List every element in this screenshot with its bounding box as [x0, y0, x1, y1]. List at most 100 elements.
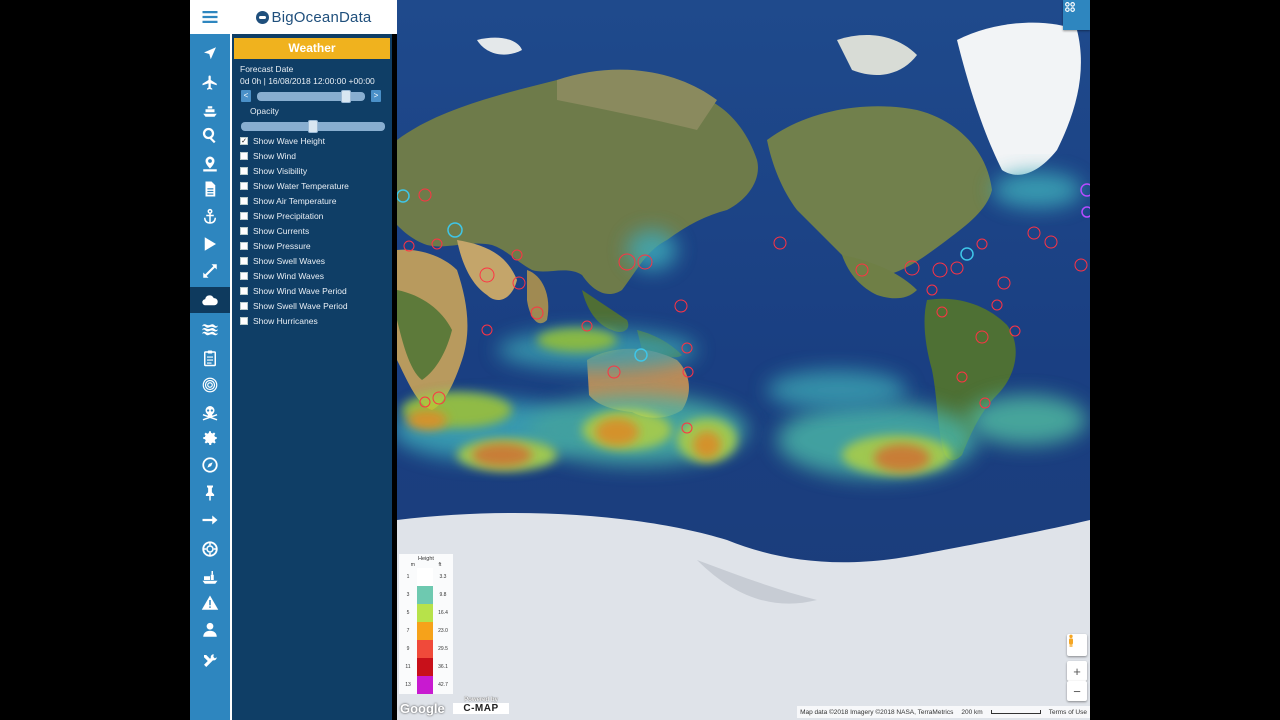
option-row[interactable]: Show Swell Waves [240, 256, 325, 266]
legend-row: 3 9.8 [399, 586, 453, 604]
option-row[interactable]: Show Hurricanes [240, 316, 318, 326]
forecast-slider[interactable] [257, 89, 365, 103]
option-row[interactable]: Show Precipitation [240, 211, 323, 221]
option-checkbox[interactable] [240, 167, 248, 175]
option-checkbox[interactable] [240, 152, 248, 160]
option-row[interactable]: Show Swell Wave Period [240, 301, 348, 311]
legend-ft: 16.4 [438, 610, 448, 616]
terms-link[interactable]: Terms of Use [1049, 709, 1087, 716]
option-row[interactable]: Show Pressure [240, 241, 311, 251]
radar-icon [202, 377, 218, 393]
option-checkbox[interactable] [240, 197, 248, 205]
layers-button[interactable] [1063, 0, 1090, 30]
option-checkbox[interactable] [240, 182, 248, 190]
option-row[interactable]: Show Currents [240, 226, 309, 236]
google-logo: Google [400, 701, 445, 716]
anchor-icon [204, 208, 216, 224]
rail-button-arrow-right[interactable] [190, 507, 230, 533]
option-checkbox[interactable] [240, 302, 248, 310]
option-checkbox[interactable] [240, 317, 248, 325]
option-checkbox[interactable] [240, 272, 248, 280]
legend-ft: 23.0 [438, 628, 448, 634]
street-view-button[interactable] [1067, 634, 1087, 656]
opacity-slider-row [241, 120, 385, 133]
menu-button[interactable] [190, 0, 230, 34]
world-map[interactable]: Height m ft 1 3.3 3 9.8 5 16.4 7 23.0 9 29.5 11 36.… [397, 0, 1090, 720]
brand-logo[interactable]: BigOceanData [255, 9, 372, 26]
weather-panel: Weather Forecast Date 0d 0h | 16/08/2018… [230, 34, 392, 720]
layers-icon [1065, 2, 1075, 12]
option-row[interactable]: Show Visibility [240, 166, 307, 176]
option-checkbox[interactable] [240, 212, 248, 220]
option-row[interactable]: Show Wind Waves [240, 271, 324, 281]
rail-button-user[interactable] [190, 617, 230, 643]
rail-button-document[interactable] [190, 176, 230, 202]
rail-button-map-pin[interactable] [190, 151, 230, 177]
legend-ft: 36.1 [438, 664, 448, 670]
warning-icon [201, 595, 219, 610]
option-checkbox[interactable]: ✓ [240, 137, 248, 145]
option-label: Show Wind [253, 151, 296, 161]
rail-button-compass[interactable] [190, 452, 230, 478]
legend-row: 1 3.3 [399, 568, 453, 586]
waves-icon [202, 324, 218, 336]
navigation-arrow-icon [204, 47, 216, 60]
rail-button-navigation-arrow[interactable] [190, 41, 230, 67]
forecast-date-value: 0d 0h | 16/08/2018 12:00:00 +00:00 [240, 76, 375, 86]
pegman-icon [1069, 634, 1073, 647]
legend-row: 7 23.0 [399, 622, 453, 640]
rail-button-search[interactable] [190, 122, 230, 148]
opacity-slider[interactable] [241, 120, 385, 133]
option-checkbox[interactable] [240, 227, 248, 235]
legend-row: 9 29.5 [399, 640, 453, 658]
cmap-logo[interactable]: Powered by C-MAP [453, 697, 509, 717]
option-row[interactable]: Show Water Temperature [240, 181, 349, 191]
option-label: Show Pressure [253, 241, 311, 251]
option-checkbox[interactable] [240, 242, 248, 250]
option-label: Show Currents [253, 226, 310, 236]
map-imagery[interactable] [397, 0, 1090, 720]
option-checkbox[interactable] [240, 257, 248, 265]
forecast-next-button[interactable]: > [371, 90, 381, 102]
legend-row: 11 36.1 [399, 658, 453, 676]
option-row[interactable]: Show Wind [240, 151, 296, 161]
rail-button-tanker[interactable] [190, 564, 230, 590]
rail-button-expand[interactable] [190, 258, 230, 284]
rail-button-radar[interactable] [190, 372, 230, 398]
option-row[interactable]: Show Air Temperature [240, 196, 336, 206]
rail-button-skull[interactable] [190, 399, 230, 425]
rail-button-pushpin[interactable] [190, 480, 230, 506]
rail-button-airplane[interactable] [190, 70, 230, 96]
rail-button-lifebuoy[interactable] [190, 536, 230, 562]
opacity-slider-thumb[interactable] [308, 120, 318, 133]
cmap-label: C-MAP [453, 703, 509, 714]
legend-row: 5 16.4 [399, 604, 453, 622]
option-checkbox[interactable] [240, 287, 248, 295]
legend-row: 13 42.7 [399, 676, 453, 694]
rail-button-waves[interactable] [190, 316, 230, 342]
logo-icon [255, 10, 269, 24]
document-icon [205, 181, 216, 197]
rail-button-clipboard[interactable] [190, 345, 230, 371]
compass-icon [202, 457, 218, 473]
legend-m: 1 [406, 574, 410, 580]
forecast-slider-thumb[interactable] [341, 89, 351, 103]
rail-button-cloud[interactable] [190, 287, 230, 313]
legend-m: 7 [406, 628, 410, 634]
clipboard-icon [204, 350, 216, 367]
option-row[interactable]: Show Wind Wave Period [240, 286, 347, 296]
forecast-prev-button[interactable]: < [241, 90, 251, 102]
legend-swatch [417, 568, 433, 586]
legend-swatch [417, 676, 433, 694]
rail-button-anchor[interactable] [190, 204, 230, 230]
expand-icon [203, 264, 217, 278]
rail-button-tools[interactable] [190, 648, 230, 674]
legend-swatch [417, 640, 433, 658]
zoom-in-button[interactable]: + [1067, 661, 1087, 681]
rail-button-play[interactable] [190, 231, 230, 257]
rail-button-warning[interactable] [190, 590, 230, 616]
rail-button-gear[interactable] [190, 425, 230, 451]
rail-button-ship[interactable] [190, 97, 230, 123]
zoom-out-button[interactable]: − [1067, 681, 1087, 701]
option-row[interactable]: ✓ Show Wave Height [240, 136, 325, 146]
